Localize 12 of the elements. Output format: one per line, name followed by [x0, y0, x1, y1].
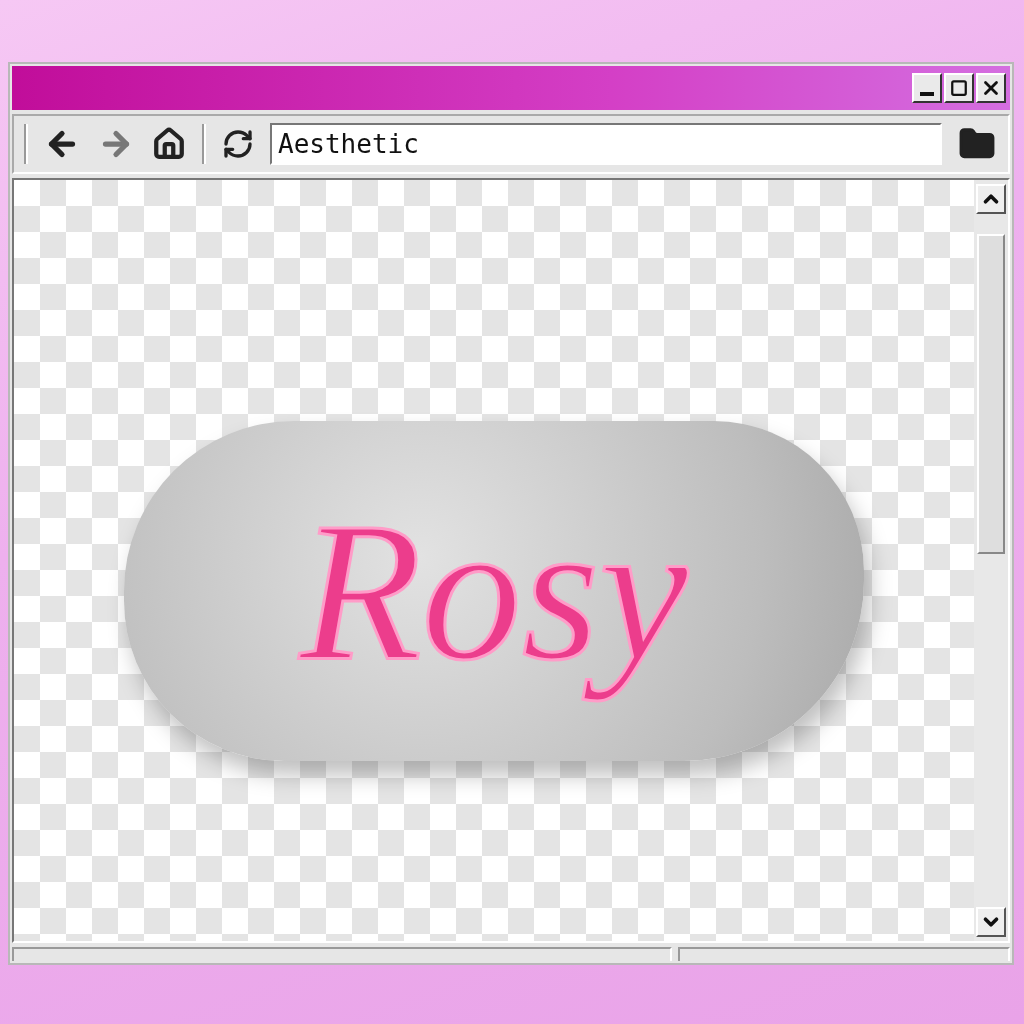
maximize-button[interactable]	[944, 73, 974, 103]
scroll-up-button[interactable]	[976, 184, 1006, 214]
close-button[interactable]	[976, 73, 1006, 103]
home-icon	[152, 127, 186, 161]
maximize-icon	[950, 79, 968, 97]
refresh-icon	[222, 128, 254, 160]
minimize-button[interactable]	[912, 73, 942, 103]
minimize-icon	[920, 92, 934, 96]
scroll-thumb[interactable]	[977, 234, 1005, 554]
address-field[interactable]: Aesthetic	[270, 123, 942, 165]
scroll-down-button[interactable]	[976, 907, 1006, 937]
sticker-lettering: Rosy	[297, 478, 690, 703]
